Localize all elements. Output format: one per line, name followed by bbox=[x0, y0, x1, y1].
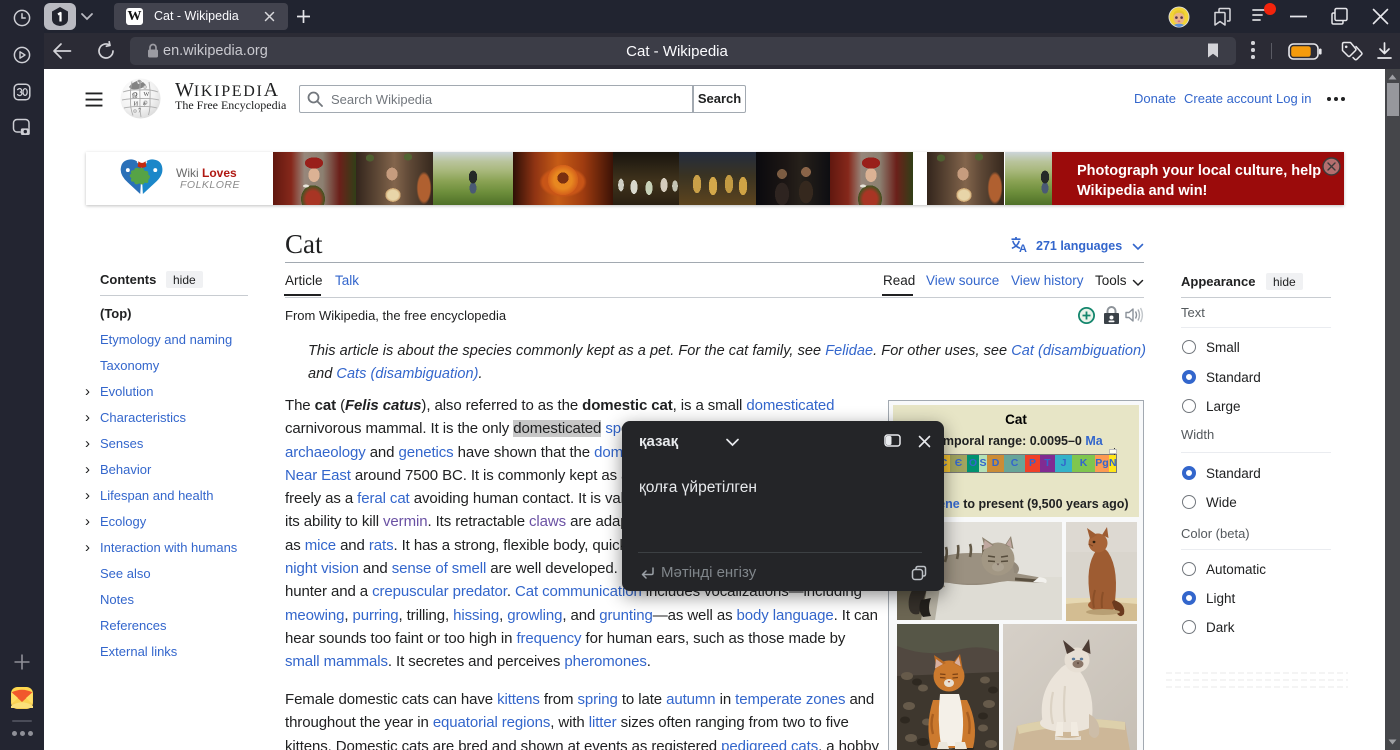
svg-text:И: И bbox=[134, 101, 139, 108]
svg-text:Ω: Ω bbox=[132, 91, 138, 100]
svg-text:7: 7 bbox=[138, 109, 141, 115]
svg-text:W: W bbox=[144, 92, 150, 98]
svg-text:A: A bbox=[1019, 243, 1027, 253]
svg-text:ạ: ạ bbox=[143, 101, 146, 107]
